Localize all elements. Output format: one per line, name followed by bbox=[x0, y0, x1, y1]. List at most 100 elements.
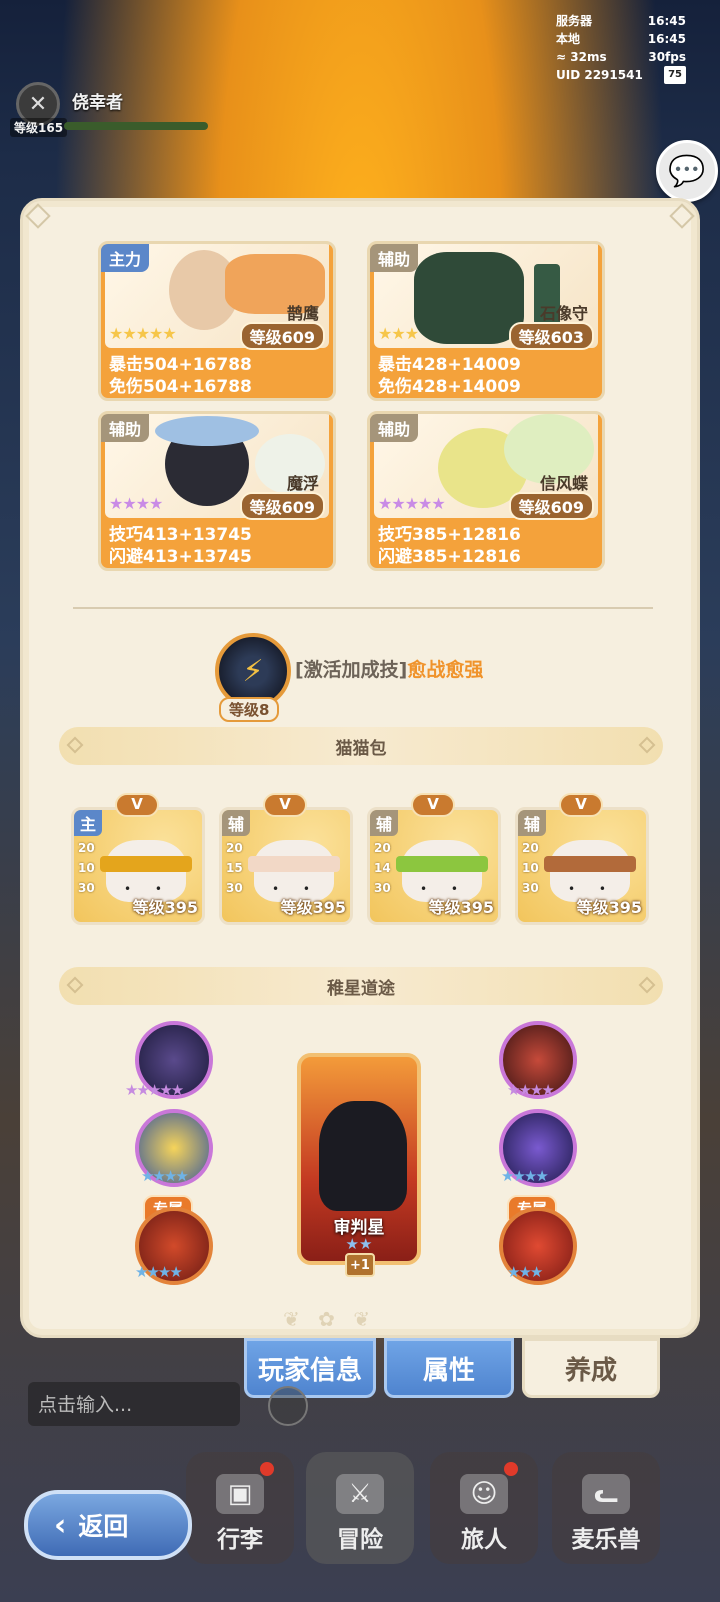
section-header-star-path: 稚星道途 bbox=[59, 967, 663, 1005]
character-icon: ☺ bbox=[460, 1474, 508, 1514]
cat-portrait: 辅 20 14 30 • • 等级395 bbox=[367, 807, 501, 925]
status-overlay: 服务器 16:45 本地 16:45 ≈ 32ms 30fps UID 2291541… bbox=[556, 12, 686, 84]
nav-traveler[interactable]: ☺ 旅人 bbox=[430, 1452, 538, 1564]
pet-stars: ★★★★★ bbox=[378, 494, 446, 513]
cat-headband bbox=[100, 856, 192, 872]
diamond-ornament bbox=[638, 976, 656, 994]
back-button[interactable]: ‹ 返回 bbox=[24, 1490, 192, 1560]
pet-stat: 免伤504+16788 bbox=[109, 377, 252, 397]
tab-develop[interactable]: 养成 bbox=[522, 1338, 660, 1398]
fps-readout: 30fps bbox=[648, 50, 686, 64]
skill-name: 愈战愈强 bbox=[407, 659, 484, 681]
cat-portrait: 辅 20 15 30 • • 等级395 bbox=[219, 807, 353, 925]
pet-stars: ★★★★ bbox=[109, 494, 163, 513]
pet-name: 魔浮 bbox=[286, 474, 319, 493]
cat-card[interactable]: V 辅 20 14 30 • • 等级395 bbox=[367, 793, 501, 927]
chat-input[interactable]: 点击输入... bbox=[28, 1382, 240, 1426]
cat-stat-numbers: 20 14 30 bbox=[374, 841, 391, 895]
pet-level: 等级609 bbox=[239, 492, 325, 520]
nav-pets[interactable]: ᓚ 麦乐兽 bbox=[552, 1452, 660, 1564]
cat-level: 等级395 bbox=[132, 898, 198, 917]
cat-headband bbox=[544, 856, 636, 872]
back-label: 返回 bbox=[78, 1512, 129, 1541]
skill-prefix: [激活加成技] bbox=[295, 659, 408, 681]
nav-bag[interactable]: ▣ 行李 bbox=[186, 1452, 294, 1564]
notification-dot bbox=[504, 1462, 518, 1476]
cat-card[interactable]: V 辅 20 15 30 • • 等级395 bbox=[219, 793, 353, 927]
player-level: 等级165 bbox=[10, 118, 68, 137]
cat-stat-numbers: 20 15 30 bbox=[226, 841, 243, 895]
nav-label: 麦乐兽 bbox=[571, 1527, 641, 1553]
nav-adventure[interactable]: ⚔ 冒险 bbox=[306, 1452, 414, 1564]
suitcase-icon: ▣ bbox=[216, 1474, 264, 1514]
server-label: 服务器 bbox=[556, 14, 593, 28]
tab-attributes[interactable]: 属性 bbox=[384, 1338, 514, 1398]
v-badge: V bbox=[115, 793, 159, 817]
pet-card[interactable]: 辅助 魔浮 ★★★★ 等级609 技巧413+13745 闪避413+13745 bbox=[98, 411, 336, 571]
pet-name: 信风蝶 bbox=[539, 474, 588, 493]
local-time: 16:45 bbox=[647, 32, 686, 46]
role-tag: 辅助 bbox=[370, 244, 419, 272]
center-star-stars: ★★ bbox=[345, 1235, 373, 1253]
v-badge: V bbox=[263, 793, 307, 817]
corner-ornament bbox=[669, 203, 695, 229]
player-badge[interactable]: ✕ 侥幸者 等级165 bbox=[8, 80, 208, 137]
develop-panel: 主力 鹊鹰 ★★★★★ 等级609 暴击504+16788 免伤504+1678… bbox=[20, 198, 700, 1338]
cat-card[interactable]: V 辅 20 10 30 • • 等级395 bbox=[515, 793, 649, 927]
nav-label: 冒险 bbox=[337, 1527, 383, 1553]
player-name: 侥幸者 bbox=[72, 93, 123, 113]
pet-stat: 闪避385+12816 bbox=[378, 547, 521, 567]
chat-bubble-icon[interactable]: 💬 bbox=[656, 140, 718, 202]
pet-stat: 闪避413+13745 bbox=[109, 547, 252, 567]
pet-card[interactable]: 辅助 石像守 ★★★ 等级603 暴击428+14009 免伤428+14009 bbox=[367, 241, 605, 401]
xp-bar bbox=[64, 122, 208, 130]
pet-stars: ★★★★★ bbox=[109, 324, 177, 343]
section-title: 稚星道途 bbox=[327, 978, 395, 999]
divider bbox=[73, 607, 653, 609]
pet-level: 等级609 bbox=[508, 492, 594, 520]
pet-level: 等级603 bbox=[508, 322, 594, 350]
chevron-left-icon: ‹ bbox=[54, 1507, 67, 1543]
diamond-ornament bbox=[638, 736, 656, 754]
wifi-icon: ≈ bbox=[556, 50, 567, 64]
cat-level: 等级395 bbox=[280, 898, 346, 917]
orb-stars: ★★★ bbox=[507, 1263, 543, 1281]
uid-label: UID 2291541 bbox=[556, 68, 643, 82]
cat-headband bbox=[248, 856, 340, 872]
nav-label: 行李 bbox=[217, 1527, 263, 1553]
pet-stat: 免伤428+14009 bbox=[378, 377, 521, 397]
emoji-icon[interactable] bbox=[268, 1386, 308, 1426]
horse-figure bbox=[319, 1101, 407, 1211]
footer-ornament: ❦ ✿ ❦ bbox=[283, 1307, 376, 1331]
bonus-skill-label[interactable]: [激活加成技]愈战愈强 bbox=[295, 655, 483, 682]
role-tag: 辅 bbox=[222, 810, 251, 836]
role-tag: 主力 bbox=[101, 244, 150, 272]
center-star-card[interactable]: 审判星 ★★ bbox=[297, 1053, 421, 1265]
notification-dot bbox=[260, 1462, 274, 1476]
cat-headband bbox=[396, 856, 488, 872]
nav-label: 旅人 bbox=[461, 1527, 507, 1553]
cat-stat-numbers: 20 10 30 bbox=[522, 841, 539, 895]
cat-level: 等级395 bbox=[576, 898, 642, 917]
pet-card[interactable]: 辅助 信风蝶 ★★★★★ 等级609 技巧385+12816 闪避385+128… bbox=[367, 411, 605, 571]
v-badge: V bbox=[411, 793, 455, 817]
role-tag: 辅 bbox=[518, 810, 547, 836]
orb-stars: ★★★★ bbox=[141, 1167, 189, 1185]
orb-stars: ★★★★ bbox=[501, 1167, 549, 1185]
crossed-swords-icon: ⚔ bbox=[336, 1474, 384, 1514]
diamond-ornament bbox=[66, 736, 84, 754]
v-badge: V bbox=[559, 793, 603, 817]
cat-portrait: 辅 20 10 30 • • 等级395 bbox=[515, 807, 649, 925]
skill-level: 等级8 bbox=[219, 697, 280, 722]
pet-name: 鹊鹰 bbox=[286, 304, 319, 323]
role-tag: 辅 bbox=[370, 810, 399, 836]
cat-card[interactable]: V 主 20 10 30 • • 等级395 bbox=[71, 793, 205, 927]
pet-card[interactable]: 主力 鹊鹰 ★★★★★ 等级609 暴击504+16788 免伤504+1678… bbox=[98, 241, 336, 401]
cat-icon: ᓚ bbox=[582, 1474, 630, 1514]
section-header-cats: 猫猫包 bbox=[59, 727, 663, 765]
pet-name: 石像守 bbox=[539, 304, 588, 323]
cat-portrait: 主 20 10 30 • • 等级395 bbox=[71, 807, 205, 925]
tab-player-info[interactable]: 玩家信息 bbox=[244, 1338, 376, 1398]
ping-readout: ≈ 32ms bbox=[556, 50, 607, 64]
role-tag: 辅助 bbox=[370, 414, 419, 442]
